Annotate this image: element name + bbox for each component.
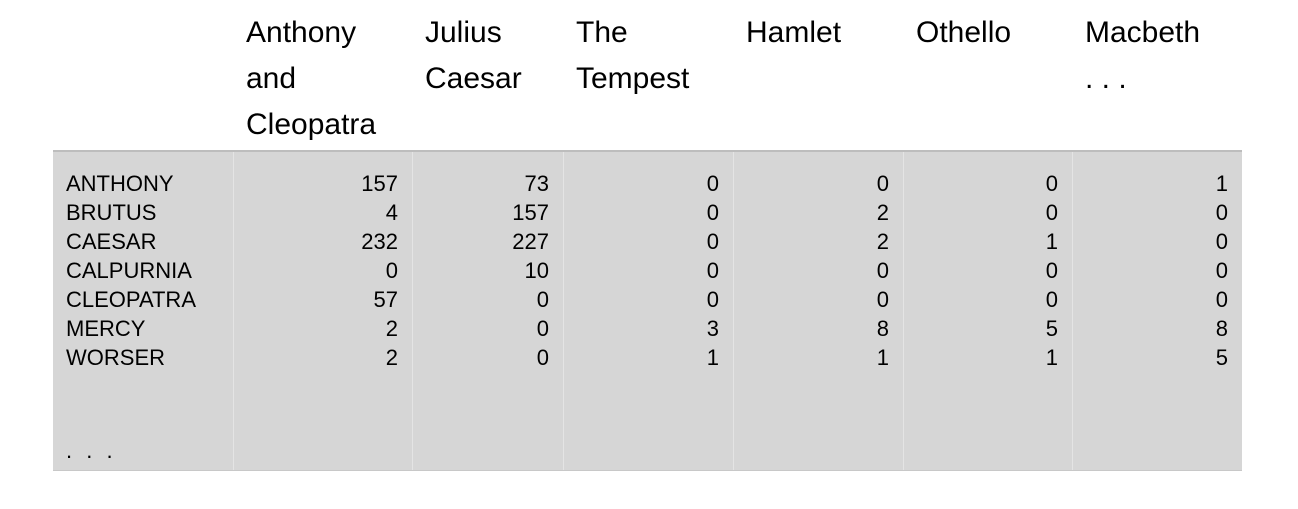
- count-cell: 0: [706, 258, 719, 283]
- count-cell: 0: [1045, 200, 1058, 225]
- column-header: Hamlet: [746, 16, 842, 49]
- count-cell: 8: [876, 316, 889, 341]
- count-cell: 1: [706, 345, 719, 370]
- count-cell: 0: [706, 287, 719, 312]
- count-cell: 2: [876, 200, 889, 225]
- table-body: ANTHONY 157 73 0 0 0 1 BRUTUS 4 157 0 2 0 0 CAESAR 232 2…: [53, 150, 1242, 471]
- column-header: Othello: [916, 16, 1012, 49]
- term-label: WORSER: [66, 345, 165, 370]
- table-row: ANTHONY 157 73 0 0 0 1: [53, 169, 1242, 198]
- count-cell: 2: [385, 345, 398, 370]
- count-cell: 5: [1215, 345, 1228, 370]
- count-cell: 232: [361, 229, 398, 254]
- term-label: CALPURNIA: [66, 258, 192, 283]
- term-label: MERCY: [66, 316, 146, 341]
- column-header: Anthony and Cleopatra: [246, 16, 377, 141]
- column-header: Julius Caesar: [425, 16, 522, 95]
- term-label: CAESAR: [66, 229, 157, 254]
- count-cell: 73: [524, 171, 549, 196]
- count-cell: 157: [512, 200, 549, 225]
- count-cell: 157: [361, 171, 398, 196]
- table-row: MERCY 2 0 3 8 5 8: [53, 314, 1242, 343]
- table-row: BRUTUS 4 157 0 2 0 0: [53, 198, 1242, 227]
- count-cell: 227: [512, 229, 549, 254]
- count-cell: 0: [1215, 258, 1228, 283]
- count-cell: 2: [876, 229, 889, 254]
- table-row: CLEOPATRA 57 0 0 0 0 0: [53, 285, 1242, 314]
- count-cell: 0: [1215, 200, 1228, 225]
- count-cell: 0: [706, 171, 719, 196]
- count-cell: 0: [1045, 258, 1058, 283]
- table-row: CALPURNIA 0 10 0 0 0 0: [53, 256, 1242, 285]
- count-cell: 10: [524, 258, 549, 283]
- count-cell: 0: [1045, 171, 1058, 196]
- count-cell: 0: [1215, 287, 1228, 312]
- count-cell: 0: [536, 345, 549, 370]
- count-cell: 0: [385, 258, 398, 283]
- column-header: Macbeth . . .: [1085, 16, 1201, 95]
- count-cell: 3: [706, 316, 719, 341]
- count-cell: 0: [536, 316, 549, 341]
- count-cell: 4: [385, 200, 398, 225]
- count-cell: 0: [1215, 229, 1228, 254]
- term-label: ANTHONY: [66, 171, 174, 196]
- count-cell: 0: [536, 287, 549, 312]
- count-cell: 0: [706, 229, 719, 254]
- term-label: BRUTUS: [66, 200, 157, 225]
- count-cell: 1: [1045, 345, 1058, 370]
- count-cell: 1: [876, 345, 889, 370]
- count-cell: 57: [373, 287, 398, 312]
- table-row: CAESAR 232 227 0 2 1 0: [53, 227, 1242, 256]
- count-cell: 1: [1045, 229, 1058, 254]
- count-cell: 0: [876, 171, 889, 196]
- term-label: CLEOPATRA: [66, 287, 196, 312]
- count-cell: 8: [1215, 316, 1228, 341]
- count-cell: 2: [385, 316, 398, 341]
- count-cell: 0: [706, 200, 719, 225]
- count-cell: 0: [1045, 287, 1058, 312]
- count-cell: 0: [876, 258, 889, 283]
- count-cell: 1: [1215, 171, 1228, 196]
- count-cell: 0: [876, 287, 889, 312]
- table-row: WORSER 2 0 1 1 1 5: [53, 343, 1242, 372]
- more-rows-ellipsis: . . .: [66, 438, 117, 463]
- count-cell: 5: [1045, 316, 1058, 341]
- column-header: The Tempest: [576, 16, 690, 95]
